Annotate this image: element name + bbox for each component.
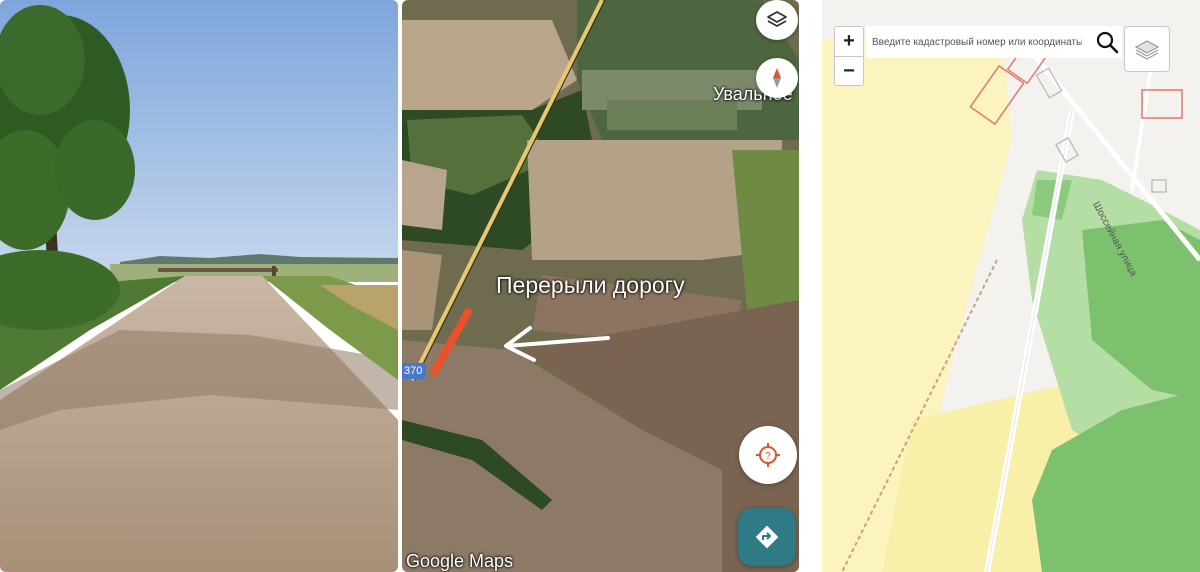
search-button[interactable] xyxy=(1092,28,1122,56)
search-icon xyxy=(1096,31,1119,54)
directions-icon xyxy=(755,525,779,549)
field-top-left xyxy=(402,20,577,110)
layers-icon xyxy=(767,11,787,27)
directions-button[interactable] xyxy=(738,508,796,566)
cadastral-map-panel[interactable]: Шоссейная улица + − xyxy=(822,0,1200,572)
zoom-in-button[interactable]: + xyxy=(835,27,863,56)
field-strip-left xyxy=(402,160,447,230)
layers-button[interactable] xyxy=(756,0,798,40)
map-layers-button[interactable] xyxy=(1124,26,1170,72)
cadastral-map[interactable] xyxy=(822,0,1200,572)
compass-button[interactable] xyxy=(756,58,798,98)
my-location-button[interactable]: ? xyxy=(739,426,797,484)
annotation-text: Перерыли дорогу xyxy=(496,272,685,298)
search-bar xyxy=(866,26,1122,58)
zoom-control: + − xyxy=(834,26,864,86)
zoom-out-button[interactable]: − xyxy=(835,56,863,86)
google-maps-attribution: Google Maps xyxy=(406,551,514,571)
gate-barrier xyxy=(158,268,278,272)
road-photo xyxy=(0,0,398,572)
route-number-badge: 370 xyxy=(402,363,427,379)
svg-text:?: ? xyxy=(765,451,771,462)
compass-icon xyxy=(773,68,781,88)
satellite-map-panel[interactable]: Увальное Перерыли дорогу 370 Google Maps… xyxy=(402,0,799,572)
cadastral-search-input[interactable] xyxy=(870,35,1084,49)
layers-icon xyxy=(1134,40,1160,60)
my-location-icon: ? xyxy=(756,443,780,467)
road-photo-panel xyxy=(0,0,398,572)
